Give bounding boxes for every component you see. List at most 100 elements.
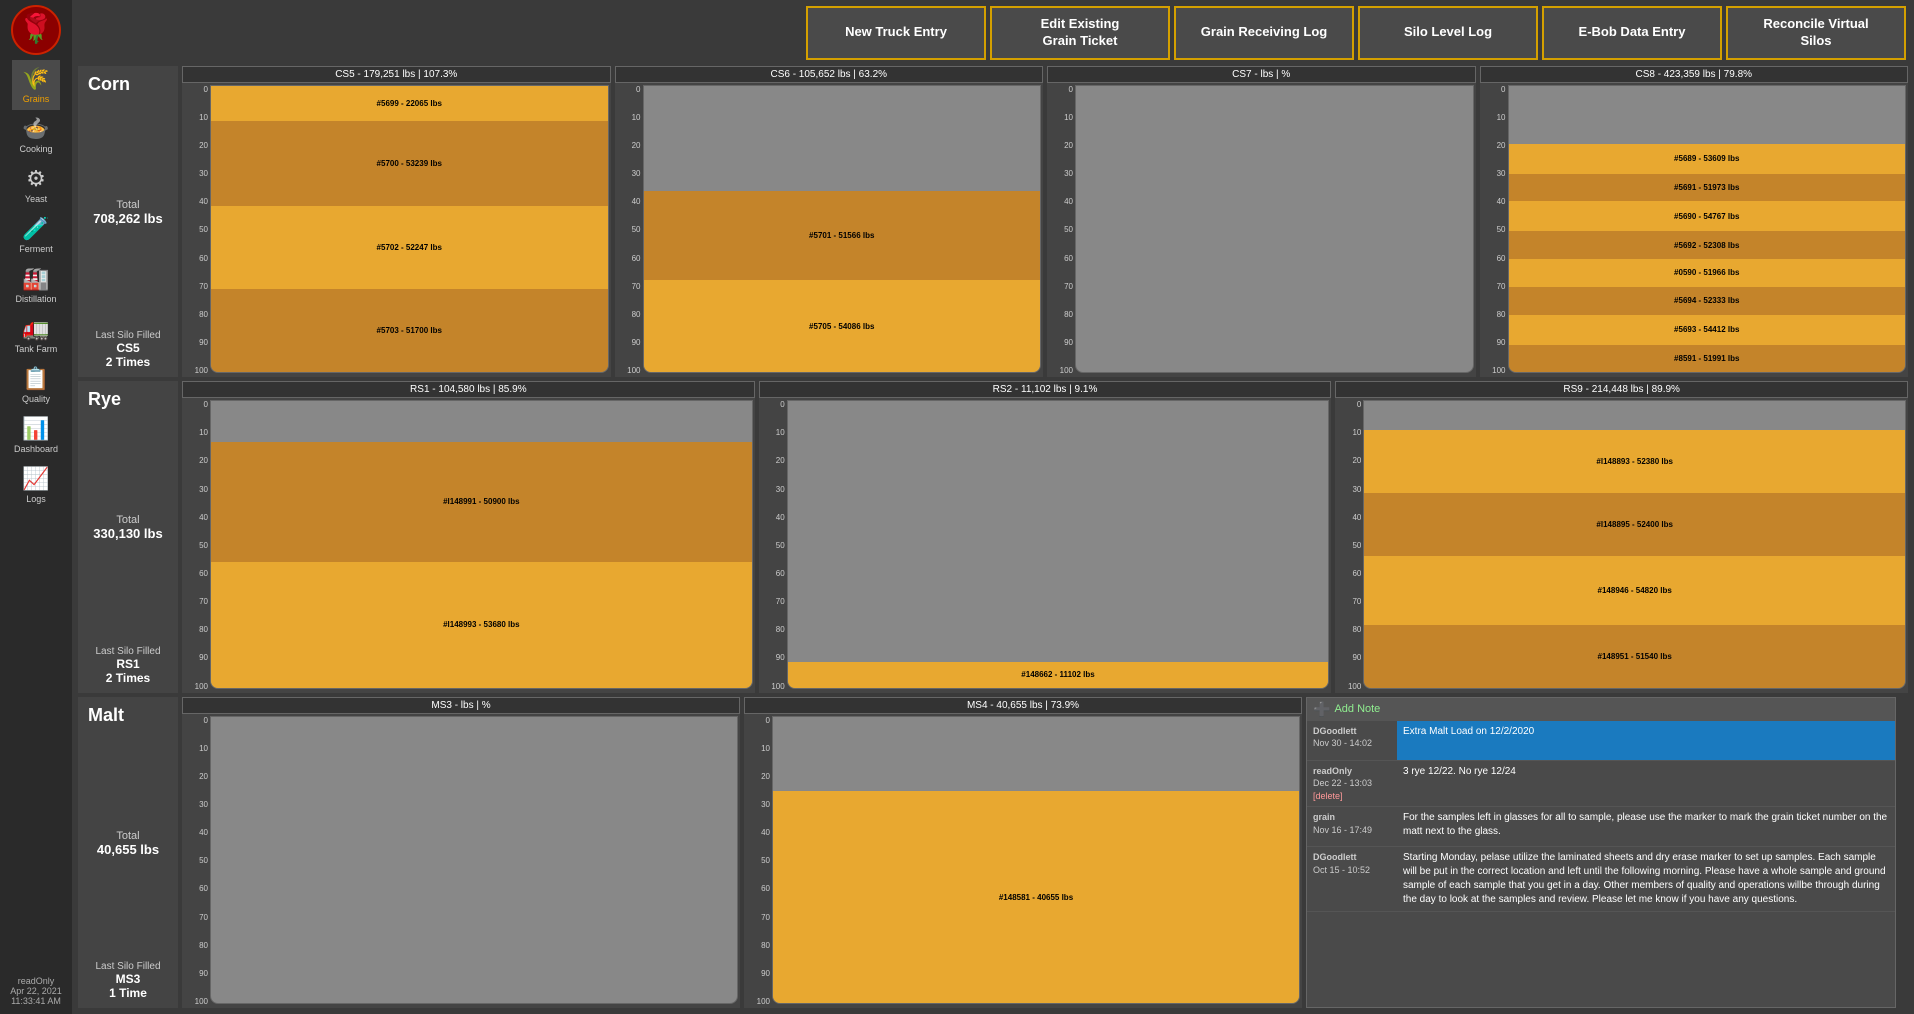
silo-y-axis: 1009080706050403020100	[744, 714, 772, 1008]
sidebar-item-logs[interactable]: 📈 Logs	[12, 460, 60, 510]
sidebar-item-grains-label: Grains	[23, 94, 50, 104]
silo-visual: #148951 - 51540 lbs#148946 - 54820 lbs#l…	[1363, 400, 1906, 688]
silo-fill-layer: #148951 - 51540 lbs#148946 - 54820 lbs#l…	[1364, 430, 1905, 687]
edit-grain-button[interactable]: Edit Existing Grain Ticket	[990, 6, 1170, 60]
delete-note-button[interactable]: [delete]	[1313, 791, 1343, 801]
silo-chart: 1009080706050403020100#5705 - 54086 lbs#…	[615, 83, 1044, 377]
action-buttons-panel: New Truck Entry Edit Existing Grain Tick…	[72, 0, 1914, 66]
silo-y-axis: 1009080706050403020100	[1480, 83, 1508, 377]
notes-panel: ➕ Add Note DGoodlettNov 30 - 14:02Extra …	[1306, 697, 1896, 1008]
silo-visual: #8591 - 51991 lbs#5693 - 54412 lbs#5694 …	[1508, 85, 1907, 373]
note-meta: DGoodlettNov 30 - 14:02	[1307, 721, 1397, 760]
note-meta: readOnlyDec 22 - 13:03[delete]	[1307, 761, 1397, 807]
silo-segment: #5689 - 53609 lbs	[1509, 144, 1906, 174]
sidebar-item-dashboard[interactable]: 📊 Dashboard	[12, 410, 60, 460]
note-item: DGoodlettNov 30 - 14:02Extra Malt Load o…	[1307, 721, 1895, 761]
note-meta: grainNov 16 - 17:49	[1307, 807, 1397, 846]
silo-wrapper: RS1 - 104,580 lbs | 85.9%100908070605040…	[182, 381, 755, 692]
silo-y-axis: 1009080706050403020100	[182, 714, 210, 1008]
sidebar-nav: 🌾 Grains 🍲 Cooking ⚙ Yeast 🧪 Ferment 🏭 D…	[12, 60, 60, 510]
silo-wrapper: RS9 - 214,448 lbs | 89.9%100908070605040…	[1335, 381, 1908, 692]
sidebar-username: readOnly	[2, 976, 70, 986]
logo: 🌹	[10, 4, 62, 56]
silo-log-button[interactable]: Silo Level Log	[1358, 6, 1538, 60]
sidebar-item-logs-label: Logs	[26, 494, 46, 504]
sidebar-item-yeast[interactable]: ⚙ Yeast	[12, 160, 60, 210]
sidebar-date: Apr 22, 2021	[2, 986, 70, 996]
silo-segment: #5693 - 54412 lbs	[1509, 315, 1906, 345]
yeast-icon: ⚙	[26, 166, 46, 192]
sidebar-item-cooking[interactable]: 🍲 Cooking	[12, 110, 60, 160]
silo-fill-layer: #148581 - 40655 lbs	[773, 791, 1299, 1003]
tankfarm-icon: 🚛	[22, 316, 49, 342]
corn-last-times: 2 Times	[95, 355, 160, 369]
sidebar-item-tankfarm[interactable]: 🚛 Tank Farm	[12, 310, 60, 360]
dashboard-icon: 📊	[22, 416, 49, 442]
silo-segment: #148581 - 40655 lbs	[773, 791, 1299, 1003]
silo-header: CS8 - 423,359 lbs | 79.8%	[1480, 66, 1909, 83]
silo-chart: 1009080706050403020100	[182, 714, 740, 1008]
sidebar-item-cooking-label: Cooking	[19, 144, 52, 154]
silo-header: RS2 - 11,102 lbs | 9.1%	[759, 381, 1332, 398]
silo-wrapper: CS6 - 105,652 lbs | 63.2%100908070605040…	[615, 66, 1044, 377]
silo-y-axis: 1009080706050403020100	[1047, 83, 1075, 377]
sidebar-item-quality[interactable]: 📋 Quality	[12, 360, 60, 410]
silo-segment: #148951 - 51540 lbs	[1364, 625, 1905, 688]
silo-header: RS1 - 104,580 lbs | 85.9%	[182, 381, 755, 398]
new-truck-button[interactable]: New Truck Entry	[806, 6, 986, 60]
sidebar-item-grains[interactable]: 🌾 Grains	[12, 60, 60, 110]
silo-header: CS7 - lbs | %	[1047, 66, 1476, 83]
quality-icon: 📋	[22, 366, 49, 392]
silo-segment: #l148993 - 53680 lbs	[211, 562, 752, 687]
silo-header: CS5 - 179,251 lbs | 107.3%	[182, 66, 611, 83]
reconcile-button[interactable]: Reconcile Virtual Silos	[1726, 6, 1906, 60]
silo-chart: 1009080706050403020100#148951 - 51540 lb…	[1335, 398, 1908, 692]
silo-chart: 1009080706050403020100#l148993 - 53680 l…	[182, 398, 755, 692]
rye-row: Rye Total 330,130 lbs Last Silo Filled R…	[78, 381, 1908, 692]
grain-log-button[interactable]: Grain Receiving Log	[1174, 6, 1354, 60]
silo-wrapper: MS4 - 40,655 lbs | 73.9%1009080706050403…	[744, 697, 1302, 1008]
silo-segment: #5691 - 51973 lbs	[1509, 174, 1906, 202]
ferment-icon: 🧪	[22, 216, 49, 242]
silo-visual: #5705 - 54086 lbs#5701 - 51566 lbs	[643, 85, 1042, 373]
ebob-button[interactable]: E-Bob Data Entry	[1542, 6, 1722, 60]
silo-y-axis: 1009080706050403020100	[1335, 398, 1363, 692]
malt-title: Malt	[82, 705, 124, 726]
sidebar-item-ferment[interactable]: 🧪 Ferment	[12, 210, 60, 260]
note-content: For the samples left in glasses for all …	[1397, 807, 1895, 846]
sidebar-item-tankfarm-label: Tank Farm	[15, 344, 58, 354]
sidebar: 🌹 🌾 Grains 🍲 Cooking ⚙ Yeast 🧪 Ferment 🏭…	[0, 0, 72, 1014]
sidebar-item-distillation[interactable]: 🏭 Distillation	[12, 260, 60, 310]
sidebar-item-yeast-label: Yeast	[25, 194, 47, 204]
silo-segment: #5705 - 54086 lbs	[644, 280, 1041, 372]
sidebar-item-distillation-label: Distillation	[15, 294, 56, 304]
silo-header: MS3 - lbs | %	[182, 697, 740, 714]
silo-visual	[1075, 85, 1474, 373]
note-item: DGoodlettOct 15 - 10:52Starting Monday, …	[1307, 847, 1895, 912]
sidebar-item-quality-label: Quality	[22, 394, 50, 404]
svg-text:🌹: 🌹	[19, 11, 54, 45]
silo-visual: #5703 - 51700 lbs#5702 - 52247 lbs#5700 …	[210, 85, 609, 373]
silo-segment: #5694 - 52333 lbs	[1509, 287, 1906, 315]
note-content: Extra Malt Load on 12/2/2020	[1397, 721, 1895, 760]
silo-wrapper: RS2 - 11,102 lbs | 9.1%10090807060504030…	[759, 381, 1332, 692]
silo-wrapper: CS5 - 179,251 lbs | 107.3%10090807060504…	[182, 66, 611, 377]
rye-silos: RS1 - 104,580 lbs | 85.9%100908070605040…	[182, 381, 1908, 692]
silo-fill-layer: #5703 - 51700 lbs#5702 - 52247 lbs#5700 …	[211, 86, 608, 372]
silo-segment: #5692 - 52308 lbs	[1509, 231, 1906, 259]
silo-wrapper: MS3 - lbs | %1009080706050403020100	[182, 697, 740, 1008]
silo-y-axis: 1009080706050403020100	[615, 83, 643, 377]
note-item: grainNov 16 - 17:49For the samples left …	[1307, 807, 1895, 847]
malt-row: Malt Total 40,655 lbs Last Silo Filled M…	[78, 697, 1908, 1008]
malt-last-silo: MS3	[95, 972, 160, 986]
silo-segment: #148662 - 11102 lbs	[788, 662, 1329, 688]
sidebar-item-ferment-label: Ferment	[19, 244, 53, 254]
silo-wrapper: CS8 - 423,359 lbs | 79.8%100908070605040…	[1480, 66, 1909, 377]
user-info: readOnly Apr 22, 2021 11:33:41 AM	[0, 972, 72, 1010]
add-note-icon: ➕	[1313, 701, 1330, 718]
add-note-label[interactable]: Add Note	[1334, 703, 1380, 715]
corn-total: 708,262 lbs	[93, 211, 162, 226]
corn-last-silo: CS5	[95, 341, 160, 355]
silo-y-axis: 1009080706050403020100	[759, 398, 787, 692]
note-item: readOnlyDec 22 - 13:03[delete]3 rye 12/2…	[1307, 761, 1895, 808]
